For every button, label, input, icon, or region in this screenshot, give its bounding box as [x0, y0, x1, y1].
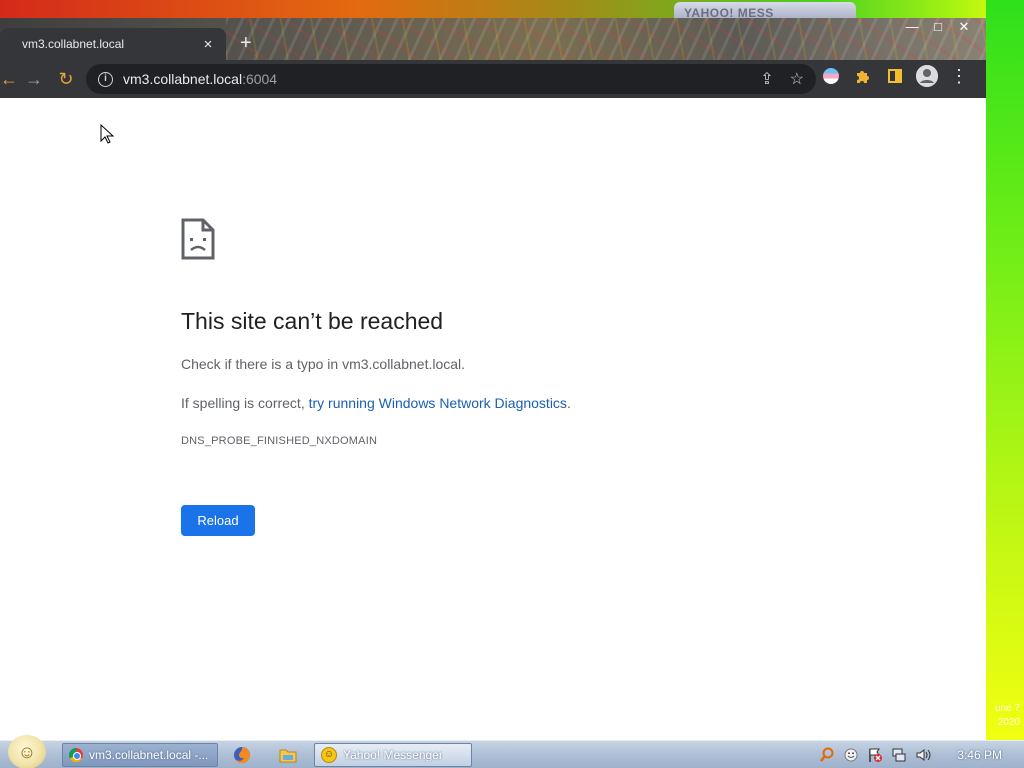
bookmark-star-icon[interactable]: ☆	[790, 69, 804, 89]
yahoo-messenger-icon: ☺	[321, 747, 337, 763]
forward-icon[interactable]: →	[18, 63, 50, 95]
page-content: This site can’t be reached Check if ther…	[0, 98, 986, 740]
date-line-2: 2020	[997, 717, 1020, 728]
firefox-icon[interactable]	[232, 745, 252, 765]
date-line-1: une 7	[994, 703, 1020, 714]
taskbar-button-yahoo-messenger[interactable]: ☺ Yahoo! Messenger	[314, 743, 472, 767]
tab-close-icon[interactable]: ×	[200, 36, 216, 53]
share-icon[interactable]: ⇪	[760, 69, 773, 89]
sad-page-icon	[181, 218, 215, 260]
taskbar-button-chrome[interactable]: vm3.collabnet.local -...	[62, 743, 218, 767]
volume-icon[interactable]	[915, 747, 931, 763]
chrome-window: vm3.collabnet.local × + — □ ✕ ← → ↻ i vm…	[0, 18, 986, 740]
desktop-right-strip: une 7 2020	[986, 0, 1024, 740]
taskbar-clock[interactable]: 3:46 PM	[957, 748, 1002, 762]
error-headline: This site can’t be reached	[181, 308, 444, 334]
reload-icon[interactable]: ↻	[50, 63, 82, 95]
system-tray: 3:46 PM	[819, 741, 1024, 768]
profile-avatar-icon[interactable]	[916, 65, 938, 87]
tab-title: vm3.collabnet.local	[22, 37, 125, 51]
pride-flag-extension-icon[interactable]	[823, 68, 839, 84]
network-diagnostics-link[interactable]: try running Windows Network Diagnostics	[309, 395, 567, 411]
url-host: vm3.collabnet.local	[123, 71, 243, 87]
maximize-icon[interactable]: □	[926, 18, 950, 36]
desktop-date-text: une 7 2020	[995, 702, 1020, 730]
close-window-icon[interactable]: ✕	[952, 18, 976, 36]
side-panel-icon[interactable]	[884, 65, 906, 87]
extension-bar: ⋮	[820, 65, 970, 87]
window-controls: — □ ✕	[900, 18, 976, 36]
reload-button[interactable]: Reload	[181, 505, 255, 536]
site-info-icon[interactable]: i	[98, 71, 113, 87]
browser-tab[interactable]: vm3.collabnet.local ×	[0, 28, 226, 60]
taskbar-button-label: vm3.collabnet.local -...	[89, 748, 209, 762]
network-icon[interactable]	[891, 747, 907, 763]
new-tab-icon[interactable]: +	[240, 32, 252, 54]
extensions-puzzle-icon[interactable]	[852, 65, 874, 87]
diagnostics-suffix: .	[566, 395, 571, 411]
mouse-cursor-icon	[100, 124, 114, 144]
security-flag-icon[interactable]	[867, 747, 883, 763]
address-bar[interactable]: i vm3.collabnet.local:6004 ⇪ ☆	[86, 64, 816, 94]
window-titlebar[interactable]: vm3.collabnet.local × + — □ ✕	[0, 18, 986, 60]
error-code: DNS_PROBE_FINISHED_NXDOMAIN	[181, 435, 378, 447]
start-button-icon[interactable]: ☺	[8, 735, 46, 768]
chrome-icon	[69, 748, 83, 762]
back-icon[interactable]: ←	[0, 63, 18, 95]
messenger-tray-icon[interactable]	[843, 747, 859, 763]
url-port: :6004	[242, 71, 278, 87]
theme-artwork	[226, 18, 986, 60]
error-message-diagnostics: If spelling is correct, try running Wind…	[181, 395, 571, 411]
omnibox-actions: ⇪ ☆	[760, 69, 804, 89]
taskbar: ☺ vm3.collabnet.local -... ☺ Yahoo! Mess…	[0, 735, 1024, 768]
minimize-icon[interactable]: —	[900, 18, 924, 36]
search-icon[interactable]	[819, 747, 835, 763]
browser-toolbar: ← → ↻ i vm3.collabnet.local:6004 ⇪ ☆ ⋮	[0, 60, 986, 98]
chrome-menu-icon[interactable]: ⋮	[948, 65, 970, 87]
taskbar-button-label: Yahoo! Messenger	[343, 748, 443, 762]
error-message-typo: Check if there is a typo in vm3.collabne…	[181, 356, 466, 372]
folder-icon[interactable]	[278, 745, 298, 765]
diagnostics-prefix: If spelling is correct,	[181, 395, 309, 411]
